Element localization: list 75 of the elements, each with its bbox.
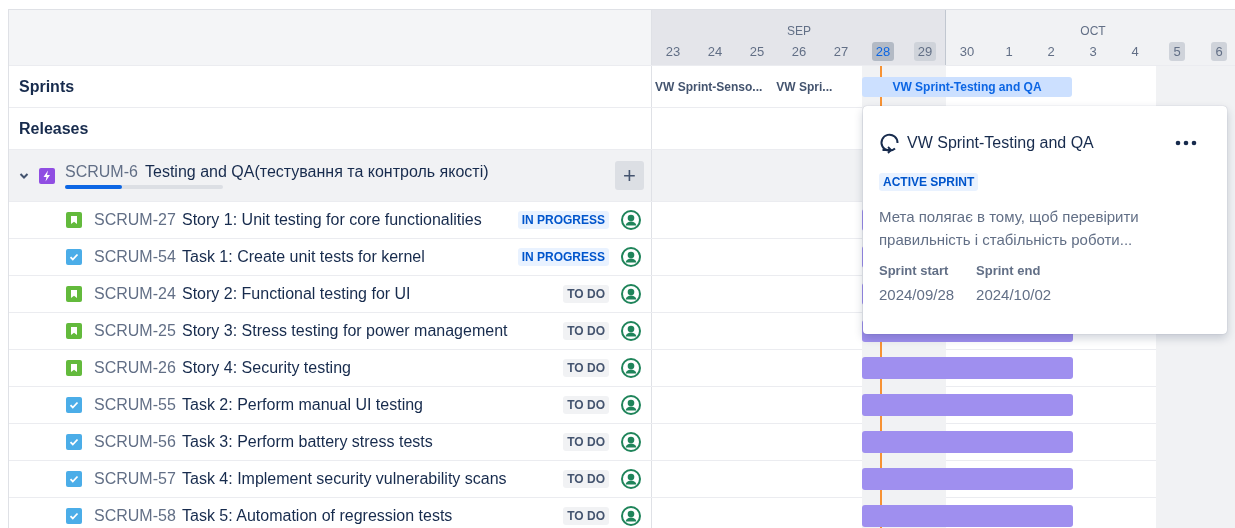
day-label: 25 (748, 43, 766, 61)
day-label: 2 (1046, 43, 1056, 61)
issue-key[interactable]: SCRUM-56 (94, 433, 182, 451)
issue-key[interactable]: SCRUM-6 (65, 162, 145, 181)
issue-title[interactable]: Story 2: Functional testing for UI (182, 285, 564, 303)
month-label: OCT (1080, 23, 1106, 38)
status-lozenge[interactable]: TO DO (563, 507, 609, 525)
day-label: 28 (871, 42, 895, 61)
issue-bar[interactable] (862, 431, 1073, 453)
status-lozenge[interactable]: TO DO (563, 322, 609, 340)
sprint-label[interactable]: VW Sprint-Senso... (652, 79, 766, 94)
issue-title[interactable]: Story 1: Unit testing for core functionalities (182, 211, 518, 229)
month-label: SEP (787, 23, 811, 38)
day-label: 29 (913, 42, 937, 61)
avatar-icon (621, 395, 641, 415)
status-lozenge[interactable]: TO DO (563, 396, 609, 414)
status-lozenge: ACTIVE SPRINT (879, 173, 979, 191)
field-value: 2024/09/28 (879, 286, 955, 303)
issue-key[interactable]: SCRUM-54 (94, 248, 182, 266)
field-value: 2024/10/02 (976, 286, 1052, 303)
field-label: Sprint start (879, 263, 950, 278)
sprint-label[interactable]: VW Sprint-Testing and QA (862, 76, 1072, 97)
avatar-icon (621, 284, 641, 304)
avatar-icon (621, 358, 641, 378)
issue-key[interactable]: SCRUM-58 (94, 507, 182, 525)
day-label: 3 (1088, 43, 1098, 61)
issue-key[interactable]: SCRUM-25 (94, 322, 182, 340)
day-label: 23 (664, 43, 682, 61)
row-label: Releases (19, 119, 89, 138)
issue-title[interactable]: Story 3: Stress testing for power management (182, 322, 564, 340)
issue-key[interactable]: SCRUM-24 (94, 285, 182, 303)
day-label: 1 (1004, 43, 1014, 61)
popover-title: VW Sprint-Testing and QA (907, 134, 1095, 152)
day-label: 4 (1130, 43, 1140, 61)
row-label: Sprints (19, 77, 75, 96)
avatar-icon (621, 506, 641, 526)
sprint-description: Мета полягає в тому, щоб перевірити правильність і стабільність роботи... (879, 207, 1140, 250)
issue-title[interactable]: Task 4: Implement security vulnerability scans (182, 470, 564, 488)
avatar-icon (621, 247, 641, 267)
more-icon[interactable] (1175, 140, 1197, 146)
issue-title[interactable]: Task 2: Perform manual UI testing (182, 396, 564, 414)
field-label: Sprint end (976, 263, 1042, 278)
issue-bar[interactable] (862, 394, 1073, 416)
avatar-icon (621, 469, 641, 489)
sprint-cycle-icon (879, 132, 901, 154)
avatar-icon (621, 432, 641, 452)
add-button[interactable]: + (615, 161, 644, 190)
day-label: 24 (706, 43, 724, 61)
issue-key[interactable]: SCRUM-27 (94, 211, 182, 229)
issue-bar[interactable] (862, 357, 1073, 379)
issue-title[interactable]: Task 3: Perform battery stress tests (182, 433, 564, 451)
issue-title[interactable]: Task 1: Create unit tests for kernel (182, 248, 518, 266)
status-lozenge[interactable]: TO DO (563, 285, 609, 303)
sprint-label[interactable]: VW Spri... (773, 79, 836, 94)
avatar-icon (621, 321, 641, 341)
issue-bar[interactable] (862, 505, 1073, 527)
status-lozenge[interactable]: TO DO (563, 359, 609, 377)
issue-bar[interactable] (862, 468, 1073, 490)
epic-title[interactable]: Testing and QA(тестування та контроль якості) (145, 162, 615, 181)
issue-key[interactable]: SCRUM-57 (94, 470, 182, 488)
day-label: 6 (1211, 42, 1227, 61)
status-lozenge[interactable]: IN PROGRESS (517, 211, 609, 229)
avatar-icon (621, 210, 641, 230)
status-lozenge[interactable]: IN PROGRESS (517, 248, 609, 266)
lightning-icon (39, 167, 55, 184)
day-label: 5 (1169, 42, 1185, 61)
issue-key[interactable]: SCRUM-26 (94, 359, 182, 377)
issue-key[interactable]: SCRUM-55 (94, 396, 182, 414)
status-lozenge[interactable]: TO DO (563, 470, 609, 488)
issue-title[interactable]: Task 5: Automation of regression tests (182, 507, 564, 525)
status-lozenge[interactable]: TO DO (563, 433, 609, 451)
day-label: 26 (790, 43, 808, 61)
day-label: 30 (958, 43, 976, 61)
issue-title[interactable]: Story 4: Security testing (182, 359, 564, 377)
day-label: 27 (832, 43, 850, 61)
